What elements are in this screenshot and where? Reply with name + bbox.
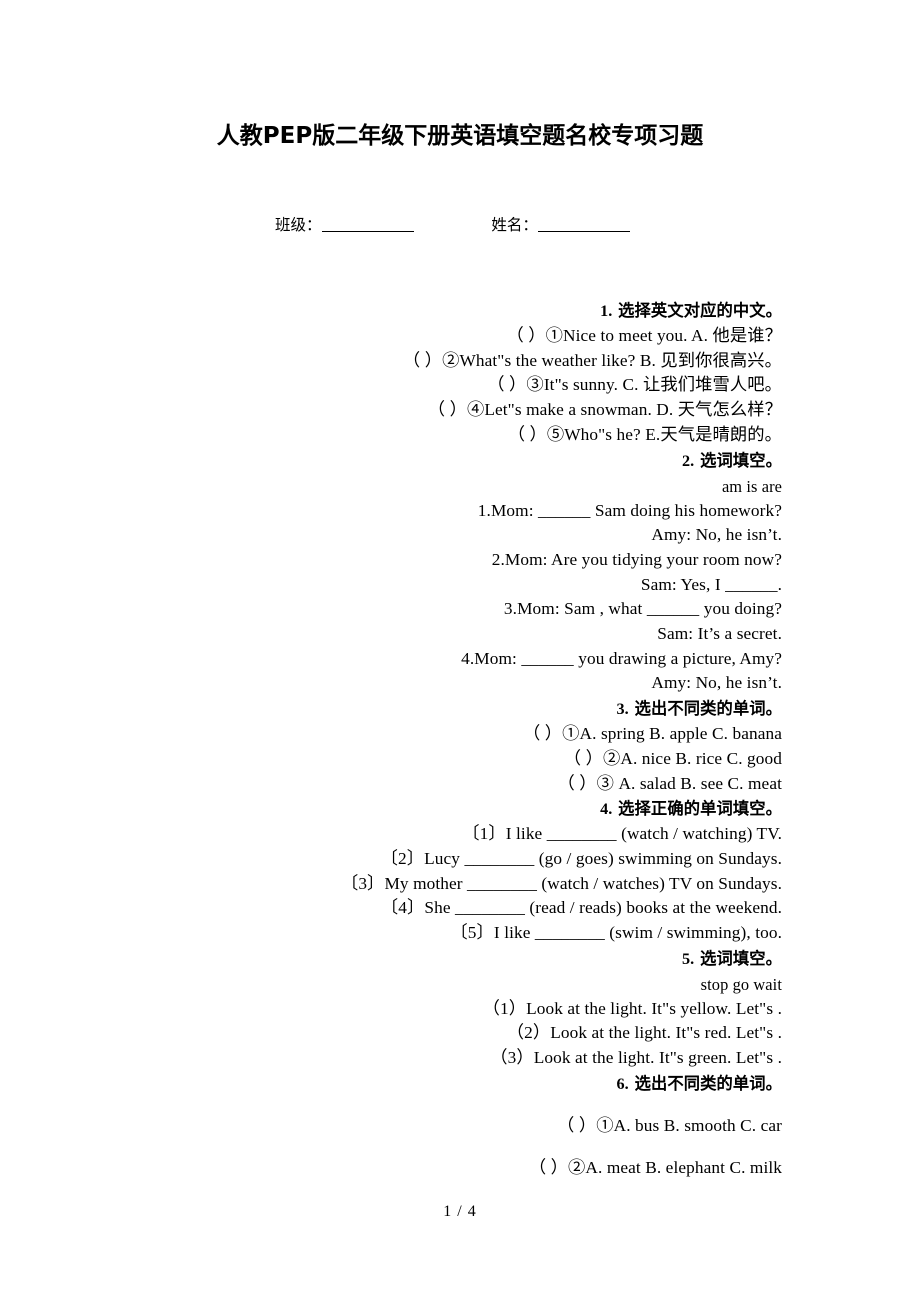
question-item[interactable]: （ ）⑤Who"s he? E.天气是晴朗的。	[120, 423, 782, 448]
question-item[interactable]: （1）Look at the light. It"s yellow. Let"s…	[120, 997, 782, 1022]
section-heading-2: 2. 选词填空。	[120, 448, 782, 474]
question-item[interactable]: 〔1〕I like ________ (watch / watching) TV…	[120, 822, 782, 847]
word-bank-2: am is are	[721, 476, 782, 496]
section-heading-1: 1. 选择英文对应的中文。	[120, 298, 782, 324]
question-item[interactable]: 4.Mom: ______ you drawing a picture, Amy…	[120, 647, 782, 672]
question-item[interactable]: 1.Mom: ______ Sam doing his homework?	[120, 499, 782, 524]
section-title-4: 选择正确的单词填空。	[618, 799, 782, 819]
section-title-6: 选出不同类的单词。	[634, 1073, 782, 1093]
question-item[interactable]: （ ）①A. bus B. smooth C. car	[120, 1114, 782, 1139]
section-number-5: 5.	[681, 949, 695, 968]
section-title-1: 选择英文对应的中文。	[618, 301, 782, 320]
question-item[interactable]: （ ）②A. nice B. rice C. good	[120, 747, 782, 772]
question-item[interactable]: （ ）③It"s sunny. C. 让我们堆雪人吧。	[120, 373, 782, 398]
question-item[interactable]: （ ）②What"s the weather like? B. 见到你很高兴。	[120, 349, 782, 374]
question-item[interactable]: （ ）①A. spring B. apple C. banana	[120, 722, 782, 747]
section-number-1: 1.	[600, 302, 613, 320]
page-title: 人教PEP版二年级下册英语填空题名校专项习题	[216, 123, 704, 149]
student-info-row: 班级： 姓名：	[275, 213, 630, 235]
class-field: 班级：	[275, 213, 414, 235]
question-item[interactable]: 〔4〕She ________ (read / reads) books at …	[120, 896, 782, 921]
class-label: 班级：	[275, 216, 322, 234]
section-heading-3: 3. 选出不同类的单词。	[120, 696, 782, 722]
question-item[interactable]: （2）Look at the light. It"s red. Let"s .	[120, 1021, 782, 1046]
question-item[interactable]: （ ）④Let"s make a snowman. D. 天气怎么样？	[120, 398, 782, 423]
question-item[interactable]: 〔5〕I like ________ (swim / swimming), to…	[120, 921, 782, 946]
question-item[interactable]: （ ）②A. meat B. elephant C. milk	[120, 1156, 782, 1181]
section-title-2: 选词填空。	[700, 450, 782, 470]
section-number-2: 2.	[681, 451, 695, 470]
line-spacer	[120, 1097, 782, 1114]
question-item[interactable]: Sam: Yes, I ______.	[120, 573, 782, 598]
page-number: 1 / 4	[443, 1203, 477, 1220]
question-item[interactable]: 3.Mom: Sam , what ______ you doing?	[120, 597, 782, 622]
question-item[interactable]: 〔3〕My mother ________ (watch / watches) …	[120, 872, 782, 897]
question-item[interactable]: （ ）③ A. salad B. see C. meat	[120, 772, 782, 797]
section-number-6: 6.	[616, 1074, 629, 1093]
section-title-3: 选出不同类的单词。	[634, 699, 782, 719]
section-heading-5: 5. 选词填空。	[120, 946, 782, 972]
question-item[interactable]: 2.Mom: Are you tidying your room now?	[120, 548, 782, 573]
name-blank[interactable]	[537, 218, 630, 232]
section-number-4: 4.	[600, 800, 613, 819]
question-item[interactable]: （3）Look at the light. It"s green. Let"s …	[120, 1046, 782, 1071]
section-title-5: 选词填空。	[700, 948, 782, 968]
question-item[interactable]: Amy: No, he isn’t.	[120, 523, 782, 548]
name-field: 姓名：	[491, 213, 630, 235]
section-heading-6: 6. 选出不同类的单词。	[120, 1071, 782, 1097]
worksheet-page: 人教PEP版二年级下册英语填空题名校专项习题 班级： 姓名： 1. 选择英文对应…	[0, 0, 920, 1302]
name-label: 姓名：	[491, 216, 538, 234]
exercise-body: 1. 选择英文对应的中文。 （ ）①Nice to meet you. A. 他…	[120, 298, 782, 1180]
question-item[interactable]: （ ）①Nice to meet you. A. 他是谁？	[120, 324, 782, 349]
line-spacer	[120, 1139, 782, 1156]
class-blank[interactable]	[321, 218, 414, 232]
section-number-3: 3.	[616, 700, 629, 719]
question-item[interactable]: 〔2〕Lucy ________ (go / goes) swimming on…	[120, 847, 782, 872]
word-bank-5: stop go wait	[700, 974, 782, 994]
section-heading-4: 4. 选择正确的单词填空。	[120, 796, 782, 822]
question-item[interactable]: Amy: No, he isn’t.	[120, 671, 782, 696]
question-item[interactable]: Sam: It’s a secret.	[120, 622, 782, 647]
